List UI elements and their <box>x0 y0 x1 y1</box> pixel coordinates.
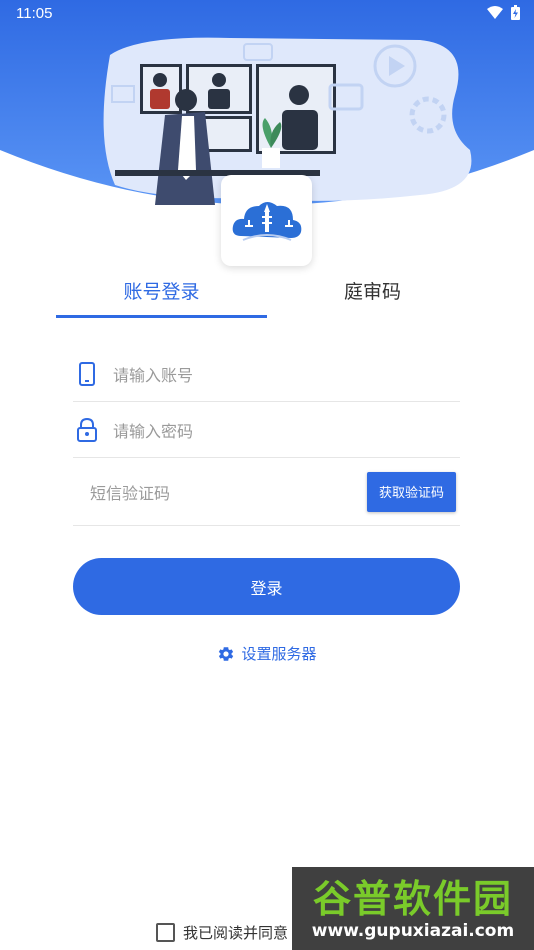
sms-code-input[interactable]: 短信验证码 <box>90 480 170 504</box>
server-settings-link[interactable]: 设置服务器 <box>0 643 534 664</box>
get-sms-code-button[interactable]: 获取验证码 <box>367 471 456 512</box>
watermark-url: www.gupuxiazai.com <box>311 920 515 941</box>
password-field[interactable]: 请输入密码 <box>73 402 460 458</box>
gear-icon <box>219 646 234 661</box>
lock-icon <box>75 417 99 442</box>
phone-icon <box>75 361 99 386</box>
watermark-title: 谷普软件园 <box>312 876 513 921</box>
wifi-icon <box>487 5 503 19</box>
app-logo <box>221 175 312 266</box>
account-field[interactable]: 请输入账号 <box>73 346 460 402</box>
tab-account-login[interactable]: 账号登录 <box>56 270 267 318</box>
watermark: 谷普软件园 www.gupuxiazai.com <box>292 867 534 950</box>
sms-code-field[interactable]: 短信验证码 获取验证码 <box>73 458 460 526</box>
password-input[interactable]: 请输入密码 <box>113 418 193 442</box>
tab-trial-code[interactable]: 庭审码 <box>267 270 478 318</box>
agreement-text: 我已阅读并同意 <box>183 924 289 942</box>
login-tabs: 账号登录 庭审码 <box>56 270 478 318</box>
status-time: 11:05 <box>16 5 53 22</box>
login-button[interactable]: 登录 <box>73 558 460 615</box>
login-form: 请输入账号 请输入密码 短信验证码 获取验证码 <box>73 346 460 526</box>
battery-charging-icon <box>511 5 520 20</box>
court-cloud-logo-icon <box>232 201 301 241</box>
agreement-checkbox[interactable] <box>156 923 175 942</box>
account-input[interactable]: 请输入账号 <box>113 362 193 386</box>
agreement-row: 我已阅读并同意 <box>156 922 288 943</box>
server-settings-label: 设置服务器 <box>241 645 317 663</box>
status-bar: 11:05 <box>0 0 534 28</box>
status-icons <box>487 5 520 20</box>
